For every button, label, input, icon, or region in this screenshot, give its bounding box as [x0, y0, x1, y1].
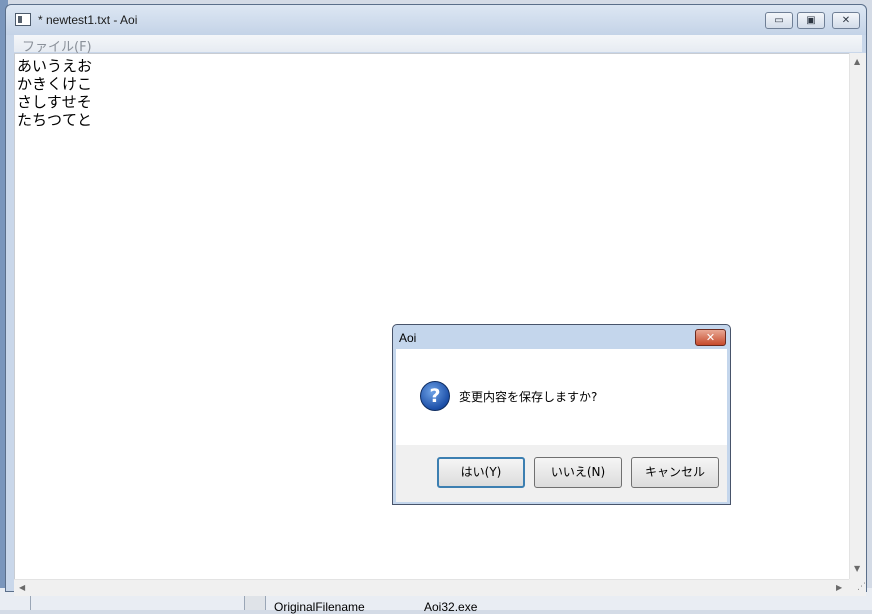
dialog-close-button[interactable]: ✕ [695, 329, 726, 346]
no-button[interactable]: いいえ(N) [534, 457, 622, 488]
background-value: Aoi32.exe [424, 600, 478, 614]
title-bar[interactable]: * newtest1.txt - Aoi ▭ ▣ ✕ [6, 5, 866, 35]
app-icon[interactable] [15, 13, 31, 26]
menu-bar: ファイル(F) [14, 35, 862, 55]
cancel-button[interactable]: キャンセル [631, 457, 719, 488]
resize-grip-icon[interactable]: ⋰ [849, 579, 866, 596]
scroll-up-icon[interactable]: ▲ [854, 58, 860, 66]
scroll-down-icon[interactable]: ▼ [854, 565, 860, 573]
close-button[interactable]: ✕ [832, 12, 860, 29]
window-title: * newtest1.txt - Aoi [38, 13, 138, 27]
horizontal-scrollbar[interactable]: ◀ ▶ [14, 579, 849, 596]
yes-button[interactable]: はい(Y) [437, 457, 525, 488]
scroll-right-icon[interactable]: ▶ [836, 584, 842, 592]
dialog-button-bar: はい(Y) いいえ(N) キャンセル [396, 445, 727, 502]
background-label: OriginalFilename [274, 600, 365, 614]
save-dialog: Aoi ✕ ? 変更内容を保存しますか? はい(Y) いいえ(N) キャンセル [392, 324, 731, 505]
maximize-button[interactable]: ▣ [797, 12, 825, 29]
dialog-body: ? 変更内容を保存しますか? [396, 349, 727, 445]
scroll-left-icon[interactable]: ◀ [19, 584, 25, 592]
vertical-scrollbar[interactable]: ▲ ▼ [849, 53, 866, 579]
dialog-title: Aoi [399, 331, 417, 345]
minimize-button[interactable]: ▭ [765, 12, 793, 29]
question-icon: ? [420, 381, 450, 411]
dialog-message: 変更内容を保存しますか? [459, 390, 598, 404]
editor-line: たちつてと [17, 111, 93, 129]
